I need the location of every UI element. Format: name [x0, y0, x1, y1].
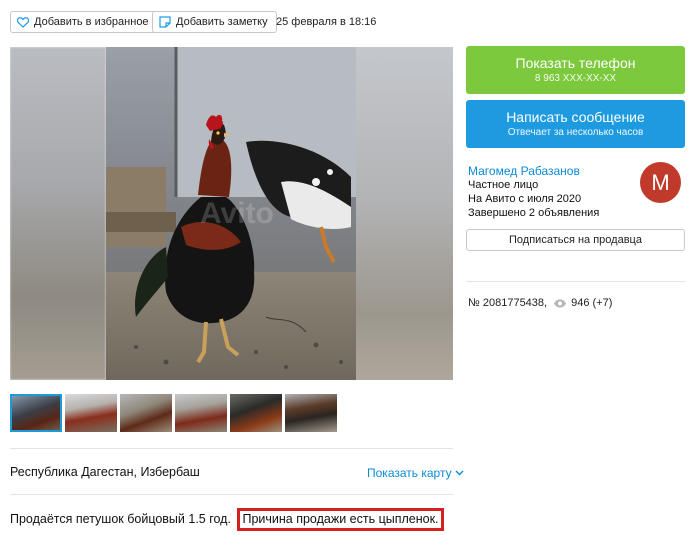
ad-number: № 2081775438, [468, 297, 548, 309]
thumbnail-strip [10, 394, 337, 432]
divider [466, 281, 685, 282]
avatar[interactable]: М [640, 162, 681, 203]
show-map-label: Показать карту [367, 466, 452, 480]
heart-icon [17, 16, 29, 28]
divider [10, 448, 453, 449]
thumbnail[interactable] [230, 394, 282, 432]
add-to-favorites-button[interactable]: Добавить в избранное [10, 11, 158, 33]
thumbnail[interactable] [120, 394, 172, 432]
eye-icon [554, 299, 567, 307]
photo-blur-left [10, 47, 106, 380]
note-label: Добавить заметку [176, 16, 268, 28]
description-highlight: Причина продажи есть цыпленок. [237, 508, 444, 531]
phone-masked: 8 963 XXX-XX-XX [534, 73, 617, 84]
show-phone-button[interactable]: Показать телефон 8 963 XXX-XX-XX [466, 46, 685, 94]
ad-stats: № 2081775438, 946 (+7) [468, 297, 612, 309]
publish-date: 25 февраля в 18:16 [276, 16, 377, 28]
favorite-label: Добавить в избранное [34, 16, 149, 28]
description: Продаётся петушок бойцовый 1.5 год. Прич… [10, 508, 444, 531]
thumbnail[interactable] [285, 394, 337, 432]
seller-type: Частное лицо [468, 179, 539, 191]
write-message-button[interactable]: Написать сообщение Отвечает за несколько… [466, 100, 685, 148]
view-count: 946 (+7) [571, 297, 613, 309]
description-text: Продаётся петушок бойцовый 1.5 год. [10, 512, 231, 526]
show-map-link[interactable]: Показать карту [367, 466, 464, 480]
show-phone-label: Показать телефон [515, 55, 636, 71]
divider [10, 494, 453, 495]
avatar-letter: М [651, 169, 670, 195]
photo-blur-right [356, 47, 453, 380]
write-message-label: Написать сообщение [506, 109, 645, 125]
add-note-button[interactable]: Добавить заметку [152, 11, 277, 33]
chevron-down-icon [455, 470, 464, 476]
photo-watermark: Avito [200, 197, 274, 230]
seller-since: На Авито с июля 2020 [468, 193, 582, 205]
thumbnail[interactable] [10, 394, 62, 432]
main-photo[interactable]: Avito [10, 47, 453, 380]
location-address: Республика Дагестан, Избербаш [10, 465, 200, 479]
seller-completed-ads: Завершено 2 объявления [468, 207, 600, 219]
thumbnail[interactable] [65, 394, 117, 432]
seller-name-link[interactable]: Магомед Рабазанов [468, 164, 580, 178]
subscribe-label: Подписаться на продавца [509, 234, 642, 246]
thumbnail[interactable] [175, 394, 227, 432]
response-time: Отвечает за несколько часов [507, 127, 644, 138]
note-icon [159, 16, 171, 28]
subscribe-seller-button[interactable]: Подписаться на продавца [466, 229, 685, 251]
